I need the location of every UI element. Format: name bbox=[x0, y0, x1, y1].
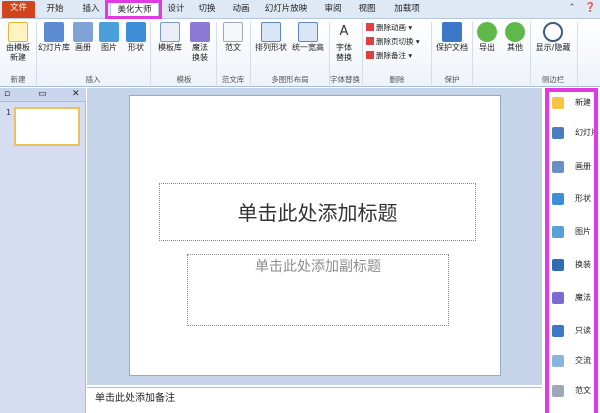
group-label-delete: 删除 bbox=[389, 75, 405, 84]
group-label-new: 新建 bbox=[10, 75, 26, 84]
picture-icon bbox=[99, 22, 119, 42]
tab-highlight-box bbox=[105, 0, 162, 19]
sample-doc-button[interactable]: 范文 bbox=[219, 22, 247, 53]
tab-home[interactable]: 开始 bbox=[40, 2, 70, 18]
slide-gallery-button[interactable]: 幻灯片库 bbox=[38, 22, 70, 53]
export-button[interactable]: 导出 bbox=[476, 22, 498, 53]
slide-thumbnail[interactable] bbox=[14, 107, 80, 146]
delete-icon bbox=[366, 51, 374, 59]
uniform-size-icon bbox=[298, 22, 318, 42]
magic-icon bbox=[190, 22, 210, 42]
other-icon bbox=[505, 22, 525, 42]
shape-button[interactable]: 形状 bbox=[125, 22, 147, 53]
other-button[interactable]: 其他 bbox=[504, 22, 526, 53]
group-label-sidebar: 侧边栏 bbox=[541, 75, 565, 84]
tab-animations[interactable]: 动画 bbox=[227, 2, 255, 18]
delete-icon bbox=[366, 23, 374, 31]
pdf-icon bbox=[442, 22, 462, 42]
doc-icon bbox=[223, 22, 243, 42]
tab-review[interactable]: 审阅 bbox=[319, 2, 347, 18]
tab-design[interactable]: 设计 bbox=[162, 2, 190, 18]
new-icon bbox=[8, 22, 28, 42]
title-placeholder[interactable]: 单击此处添加标题 bbox=[159, 183, 476, 241]
slides-tab-icon[interactable]: ▫ bbox=[4, 89, 10, 99]
font-replace-button[interactable]: A 字体 替换 bbox=[332, 22, 356, 63]
template-library-button[interactable]: 模板库 bbox=[154, 22, 186, 53]
group-label-font: 字体替换 bbox=[330, 75, 360, 84]
tab-view[interactable]: 视图 bbox=[353, 2, 381, 18]
tab-slideshow[interactable]: 幻灯片放映 bbox=[261, 2, 311, 18]
tab-addins[interactable]: 加载项 bbox=[388, 2, 426, 18]
subtitle-placeholder[interactable]: 单击此处添加副标题 bbox=[187, 254, 449, 326]
sidebar-highlight-box bbox=[545, 88, 598, 413]
ribbon-tab-bar: 文件 开始 插入 美化大师 设计 切换 动画 幻灯片放映 审阅 视图 加载项 ⌃… bbox=[0, 0, 600, 19]
group-label-protect: 保护 bbox=[444, 75, 460, 84]
shape-icon bbox=[126, 22, 146, 42]
template-icon bbox=[160, 22, 180, 42]
delete-icon bbox=[366, 37, 374, 45]
album-button[interactable]: 画册 bbox=[72, 22, 94, 53]
export-icon bbox=[477, 22, 497, 42]
slide-number: 1 bbox=[6, 108, 12, 117]
tab-transitions[interactable]: 切换 bbox=[193, 2, 221, 18]
delete-transition-button[interactable]: 删除页切换 ▾ bbox=[366, 37, 420, 47]
slide-thumbnail-pane: ▫ ▭ ✕ 1 bbox=[0, 88, 86, 413]
arrange-icon bbox=[261, 22, 281, 42]
arrange-shapes-button[interactable]: 排列形状 bbox=[253, 22, 289, 53]
picture-button[interactable]: 图片 bbox=[98, 22, 120, 53]
delete-animation-button[interactable]: 删除动画 ▾ bbox=[366, 23, 412, 33]
uniform-size-button[interactable]: 统一宽高 bbox=[290, 22, 326, 53]
delete-notes-button[interactable]: 删除备注 ▾ bbox=[366, 51, 412, 61]
eye-icon bbox=[543, 22, 563, 42]
group-label-template: 模板 bbox=[176, 75, 192, 84]
window-controls: ⌃ ❓ bbox=[562, 3, 596, 13]
protect-document-button[interactable]: 保护文档 bbox=[434, 22, 470, 53]
tab-file[interactable]: 文件 bbox=[2, 1, 35, 18]
pane-tabs: ▫ ▭ ✕ bbox=[0, 88, 86, 102]
slide-canvas[interactable]: 单击此处添加标题 单击此处添加副标题 bbox=[129, 95, 501, 376]
font-icon: A bbox=[339, 24, 349, 39]
help-icon[interactable]: ❓ bbox=[585, 3, 596, 13]
notes-field[interactable]: 单击此处添加备注 bbox=[87, 387, 542, 413]
show-hide-button[interactable]: 显示/隐藏 bbox=[533, 22, 573, 53]
ribbon: 由模板 新建 新建 幻灯片库 画册 图片 形状 插入 模板库 魔法 换装 模板 … bbox=[0, 19, 600, 87]
slide-workspace: 单击此处添加标题 单击此处添加副标题 bbox=[87, 88, 542, 385]
group-label-insert: 插入 bbox=[85, 75, 101, 84]
close-icon[interactable]: ✕ bbox=[72, 89, 80, 99]
album-icon bbox=[73, 22, 93, 42]
magic-dress-button[interactable]: 魔法 换装 bbox=[188, 22, 212, 63]
group-label-fanwen: 范文库 bbox=[221, 75, 245, 84]
tab-insert[interactable]: 插入 bbox=[76, 2, 106, 18]
new-from-template-button[interactable]: 由模板 新建 bbox=[3, 22, 33, 63]
collapse-ribbon-icon[interactable]: ⌃ bbox=[568, 3, 576, 13]
outline-tab-icon[interactable]: ▭ bbox=[38, 89, 47, 99]
slides-icon bbox=[44, 22, 64, 42]
group-label-layout: 多图形布局 bbox=[271, 75, 309, 84]
